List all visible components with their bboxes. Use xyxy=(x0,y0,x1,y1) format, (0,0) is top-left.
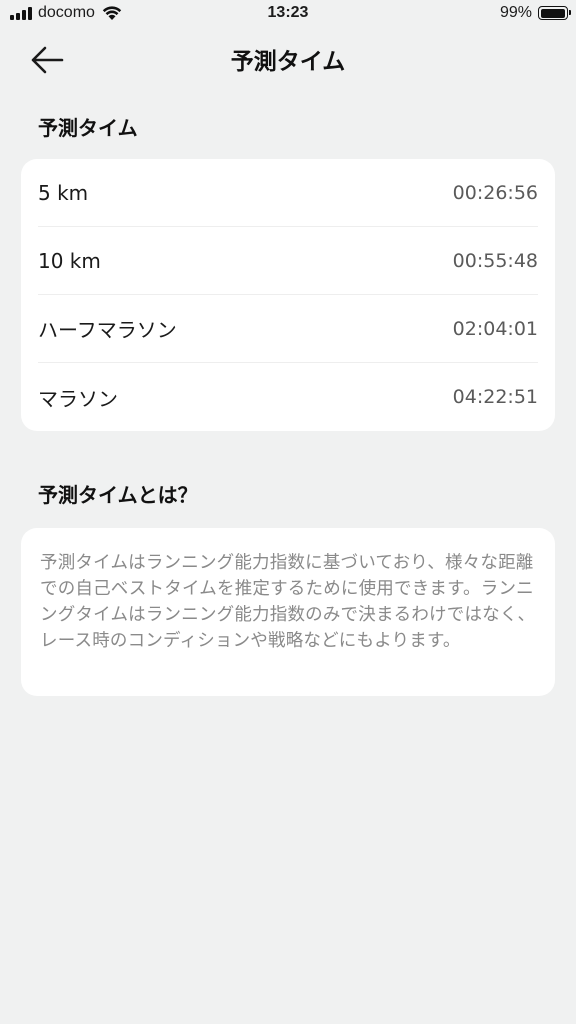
prediction-row-half-marathon: ハーフマラソン 02:04:01 xyxy=(38,295,538,363)
predictions-section-title: 予測タイム xyxy=(38,116,138,140)
prediction-row-10km: 10 km 00:55:48 xyxy=(38,227,538,295)
prediction-time: 04:22:51 xyxy=(452,386,538,408)
status-time: 13:23 xyxy=(267,4,309,21)
prediction-time: 00:26:56 xyxy=(452,181,538,204)
battery-percent: 99% xyxy=(499,4,532,21)
prediction-label: ハーフマラソン xyxy=(38,318,177,342)
nav-header: 予測タイム xyxy=(0,30,576,90)
status-bar: docomo 13:23 99% xyxy=(0,0,576,30)
about-description: 予測タイムはランニング能力指数に基づいており、様々な距離での自己ベストタイムを推… xyxy=(40,553,536,651)
about-card: 予測タイムはランニング能力指数に基づいており、様々な距離での自己ベストタイムを推… xyxy=(21,528,555,696)
battery-icon xyxy=(538,6,571,20)
prediction-label: 10 km xyxy=(38,248,101,273)
predictions-card: 5 km 00:26:56 10 km 00:55:48 ハーフマラソン 02:… xyxy=(21,159,555,431)
prediction-row-5km: 5 km 00:26:56 xyxy=(38,159,538,227)
page-title: 予測タイム xyxy=(230,49,346,75)
prediction-time: 02:04:01 xyxy=(452,317,538,340)
prediction-row-marathon: マラソン 04:22:51 xyxy=(38,363,538,431)
prediction-label: 5 km xyxy=(38,180,89,205)
status-right: 99% xyxy=(499,4,571,22)
battery-level xyxy=(540,8,566,18)
prediction-time: 00:55:48 xyxy=(452,249,538,272)
prediction-label: マラソン xyxy=(38,386,118,411)
about-section-title: 予測タイムとは？ xyxy=(38,483,198,507)
